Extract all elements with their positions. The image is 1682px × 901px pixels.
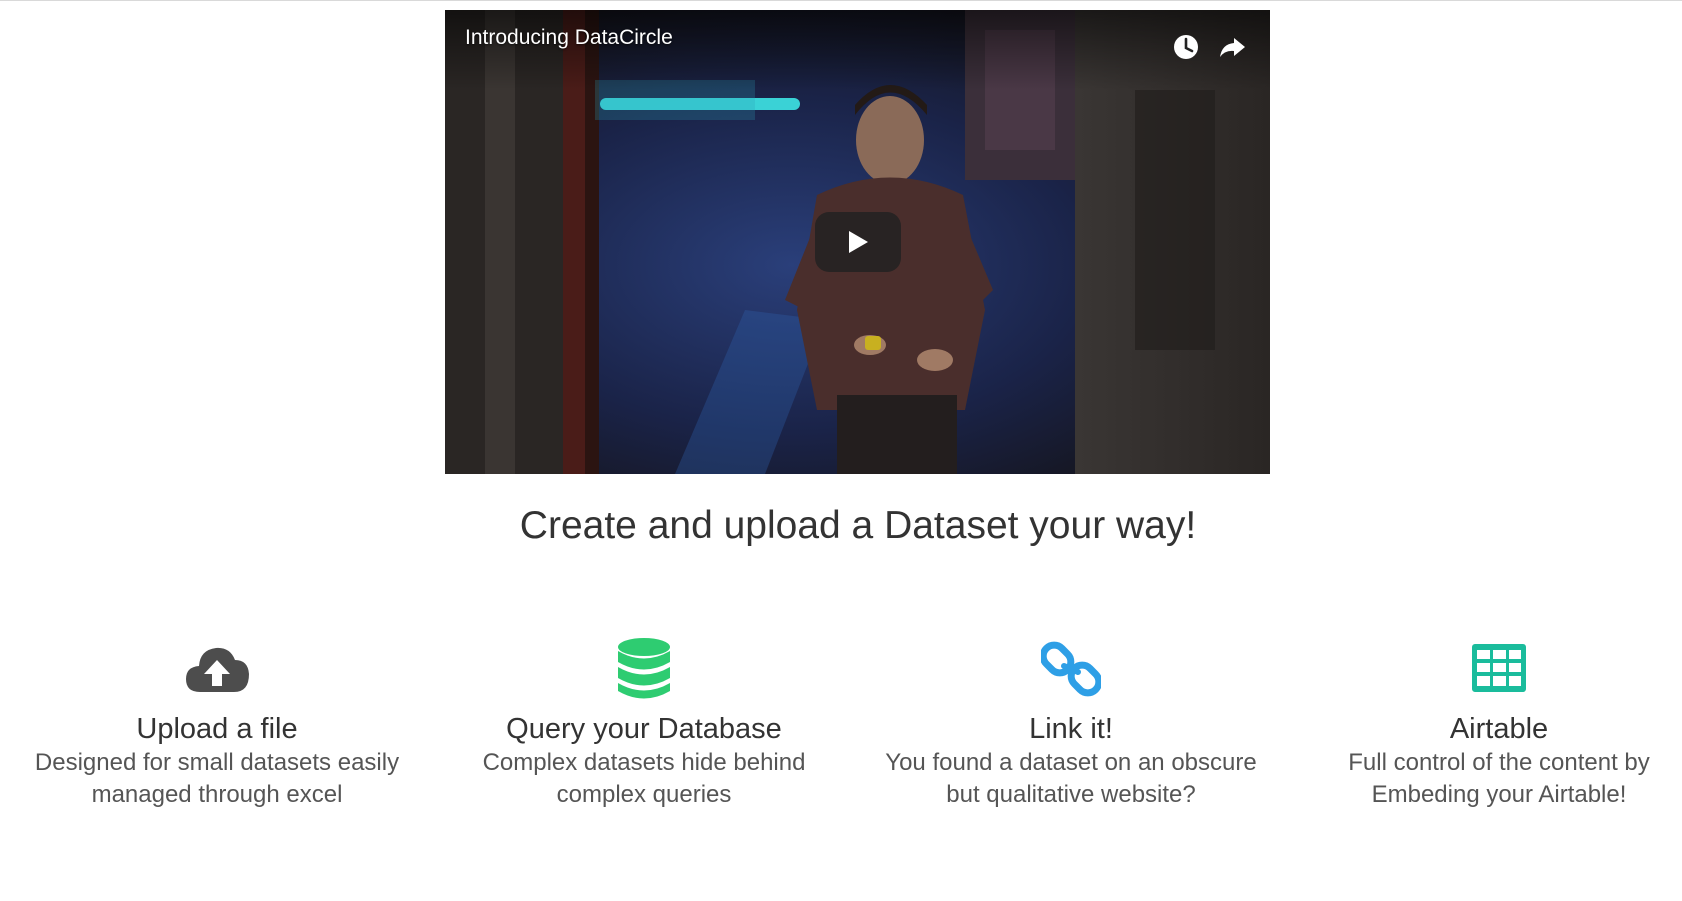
video-top-shade xyxy=(445,10,1270,90)
page-top-border xyxy=(0,0,1682,1)
database-icon xyxy=(618,638,670,699)
feature-description: Embeding your Airtable! xyxy=(1371,781,1627,808)
table-grid-icon xyxy=(1472,644,1526,692)
clock-icon[interactable] xyxy=(1169,30,1203,64)
feature-title: Upload a file xyxy=(136,713,298,745)
feature-title: Airtable xyxy=(1449,713,1549,745)
feature-title: Query your Database xyxy=(506,713,782,745)
feature-description: but qualitative website? xyxy=(946,781,1196,808)
link-icon xyxy=(1041,641,1101,697)
video-title[interactable]: Introducing DataCircle xyxy=(465,26,673,50)
feature-query-database[interactable]: Query your Database Complex datasets hid… xyxy=(430,636,858,810)
feature-title: Link it! xyxy=(1029,713,1113,745)
cloud-upload-icon xyxy=(186,647,249,692)
feature-description: managed through excel xyxy=(91,781,343,808)
feature-description: Complex datasets hide behind xyxy=(482,749,806,776)
feature-upload-file[interactable]: Upload a file Designed for small dataset… xyxy=(3,636,431,810)
play-icon xyxy=(849,231,868,253)
play-button[interactable] xyxy=(815,212,901,272)
feature-airtable[interactable]: Airtable Full control of the content by … xyxy=(1285,636,1682,810)
share-arrow-icon[interactable] xyxy=(1215,30,1249,64)
feature-description: complex queries xyxy=(556,781,732,808)
feature-description: You found a dataset on an obscure xyxy=(885,749,1257,776)
feature-description: Full control of the content by xyxy=(1348,749,1650,776)
section-heading: Create and upload a Dataset your way! xyxy=(519,504,1197,547)
feature-description: Designed for small datasets easily xyxy=(34,749,400,776)
feature-link-it[interactable]: Link it! You found a dataset on an obscu… xyxy=(857,636,1285,810)
video-player[interactable]: Introducing DataCircle xyxy=(445,10,1270,474)
